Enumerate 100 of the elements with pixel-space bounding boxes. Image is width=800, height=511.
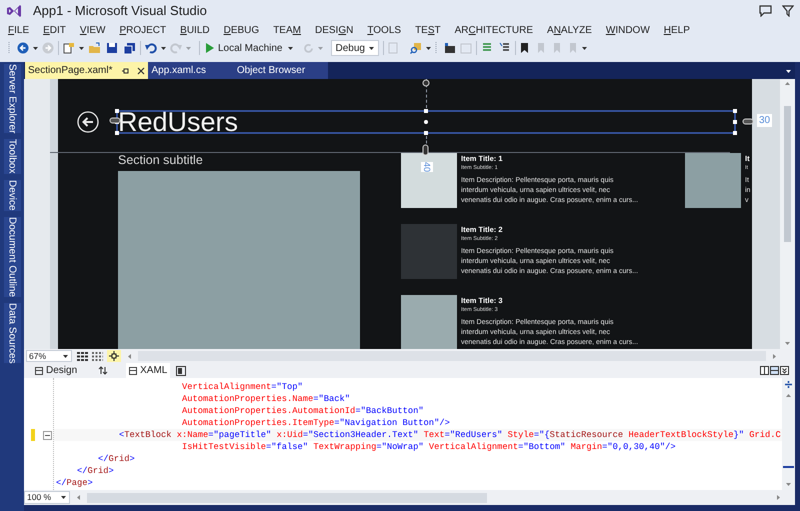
menu-item[interactable]: DESIGN <box>314 22 354 38</box>
menu-item[interactable]: TEAM <box>272 22 302 38</box>
new-item-icon[interactable] <box>63 42 75 54</box>
side-panel-tab[interactable]: Document Outline <box>4 216 20 297</box>
logo-icon <box>6 4 22 18</box>
code-line: </Grid> <box>76 465 115 477</box>
side-panel-tab[interactable]: Data Sources <box>4 302 20 364</box>
dropdown-caret-icon[interactable] <box>425 46 432 50</box>
bookmark-icon[interactable] <box>520 42 530 54</box>
document-tab[interactable]: Object Browser <box>214 62 328 79</box>
feedback-icon[interactable] <box>759 5 772 17</box>
vertical-scrollbar[interactable] <box>780 79 795 349</box>
collapse-pane-icon[interactable] <box>176 366 186 376</box>
side-panel-tab[interactable]: Server Explorer <box>4 64 20 134</box>
back-icon[interactable] <box>17 42 29 54</box>
menu-item[interactable]: BUILD <box>179 22 211 38</box>
scroll-right-icon[interactable] <box>776 494 781 501</box>
scrollbar-thumb[interactable] <box>784 106 791 242</box>
menu-item[interactable]: FILE <box>7 22 30 38</box>
dropdown-caret-icon[interactable] <box>78 46 85 50</box>
caret-position-marker <box>783 466 794 468</box>
scroll-down-icon[interactable] <box>784 341 791 346</box>
scroll-left-icon[interactable] <box>127 352 132 360</box>
anchor-icon[interactable] <box>742 118 754 125</box>
zoom-dropdown[interactable]: 67% <box>26 350 72 362</box>
menu-item[interactable]: WINDOW <box>604 22 651 38</box>
side-panel-tab[interactable]: Device <box>4 180 20 211</box>
menu-item[interactable]: VIEW <box>78 22 106 38</box>
code-line: AutomationProperties.ItemType="Navigation Button"/> <box>181 417 451 429</box>
scroll-up-icon[interactable] <box>785 393 792 398</box>
dropdown-caret-icon <box>60 495 67 500</box>
snap-grid-icon[interactable] <box>92 352 103 360</box>
vertical-scrollbar[interactable] <box>782 378 795 490</box>
save-icon[interactable] <box>106 42 118 54</box>
window-title: App1 - Microsoft Visual Studio <box>33 2 207 20</box>
dropdown-caret-icon[interactable] <box>32 46 39 50</box>
grid-icon[interactable] <box>77 352 88 360</box>
undo-icon[interactable] <box>145 42 157 54</box>
menu-item[interactable]: DEBUG <box>222 22 260 38</box>
uncomment-icon[interactable] <box>499 42 512 54</box>
document-tab[interactable]: App.xaml.cs <box>148 62 214 79</box>
page-title: RedUsers <box>118 108 238 136</box>
selection-box[interactable] <box>114 108 738 136</box>
menu-item[interactable]: ANALYZE <box>546 22 593 38</box>
code-line: AutomationProperties.Name="Back" <box>181 393 352 405</box>
pane-icon <box>35 366 43 374</box>
margin-label: 40 <box>421 162 433 172</box>
dropdown-caret-icon[interactable] <box>287 46 294 50</box>
zoom-dropdown[interactable]: 100 % <box>24 491 70 504</box>
swap-panes-icon[interactable] <box>98 366 108 375</box>
grip-icon <box>435 41 438 55</box>
pin-icon[interactable] <box>120 66 128 74</box>
close-icon[interactable] <box>136 66 144 74</box>
save-all-icon[interactable] <box>123 42 136 54</box>
view-tab[interactable]: XAML <box>126 363 170 378</box>
pane-icon <box>129 366 138 374</box>
horizontal-split-icon[interactable] <box>770 366 779 375</box>
filter-icon[interactable] <box>782 5 794 17</box>
anchor-icon[interactable] <box>422 79 430 87</box>
menu-item[interactable]: EDIT <box>42 22 67 38</box>
menu-item[interactable]: PROJECT <box>118 22 168 38</box>
horizontal-scrollbar[interactable] <box>87 492 487 502</box>
snap-point-icon[interactable] <box>107 350 121 362</box>
code-line: </Grid> <box>97 453 136 465</box>
code-line: </Page> <box>55 477 94 489</box>
section-subtitle: Section subtitle <box>118 152 204 169</box>
document-tab[interactable]: SectionPage.xaml* <box>25 62 148 79</box>
menu-item[interactable]: TEST <box>414 22 442 38</box>
play-icon <box>206 43 214 53</box>
folder-icon[interactable] <box>88 42 101 54</box>
menu-item[interactable]: TOOLS <box>366 22 402 38</box>
anchor-icon[interactable] <box>422 144 429 156</box>
dropdown-caret-icon[interactable] <box>160 46 167 50</box>
scroll-left-icon[interactable] <box>76 494 81 501</box>
scroll-right-icon[interactable] <box>772 352 777 360</box>
comment-icon[interactable] <box>481 42 494 54</box>
grip-icon <box>8 41 11 55</box>
side-panel-tab[interactable]: Toolbox <box>4 139 20 174</box>
view-tab[interactable]: Design <box>32 363 80 378</box>
vertical-split-icon[interactable] <box>760 366 769 375</box>
split-handle-icon[interactable] <box>784 380 793 389</box>
menu-item[interactable]: ARCHITECTURE <box>454 22 534 38</box>
code-line: AutomationProperties.AutomationId="BackButton" <box>181 405 425 417</box>
run-button[interactable]: Local Machine <box>204 40 284 56</box>
dropdown-caret-icon[interactable] <box>785 69 792 74</box>
scroll-down-icon[interactable] <box>785 482 792 487</box>
scroll-up-icon[interactable] <box>784 81 791 86</box>
expand-pane-icon[interactable] <box>780 366 789 375</box>
find-icon[interactable] <box>410 42 422 54</box>
margin-label: 30 <box>757 114 772 127</box>
dropdown-caret-icon[interactable] <box>581 46 588 50</box>
code-line: IsHitTestVisible="false" TextWrapping="NoWrap" VerticalAlignment="Bottom" Margin="0,0,30,40"/> <box>181 441 677 453</box>
menu-item[interactable]: HELP <box>662 22 691 38</box>
anchor-icon[interactable] <box>109 117 121 124</box>
dropdown-caret-icon <box>62 354 69 358</box>
dropdown-caret-icon <box>368 46 376 50</box>
panel-icon[interactable] <box>444 42 456 54</box>
configuration-dropdown[interactable]: Debug <box>331 40 380 56</box>
code-line: VerticalAlignment="Top" <box>181 381 304 393</box>
collapse-icon[interactable] <box>43 430 52 440</box>
